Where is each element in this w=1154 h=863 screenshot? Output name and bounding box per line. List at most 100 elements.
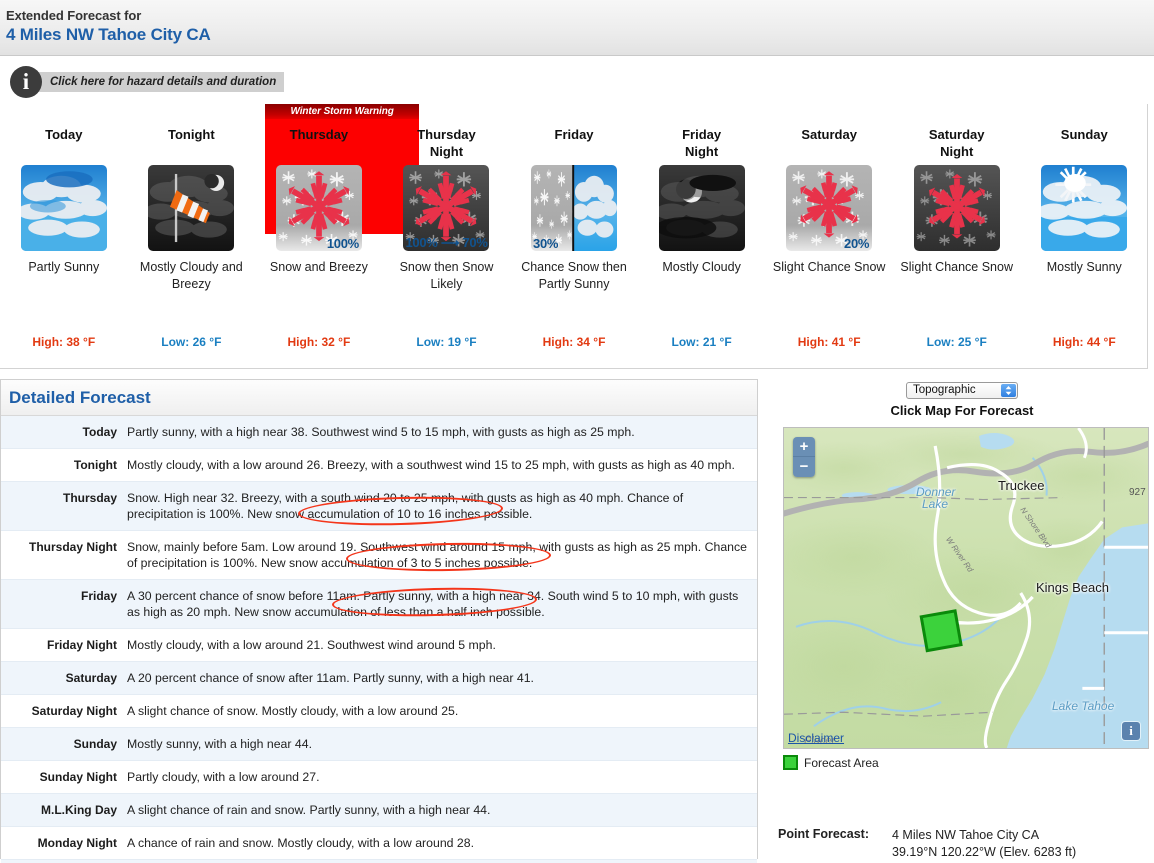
basemap-select-value: Topographic	[913, 384, 976, 396]
forecast-card-day: Thursday Night	[417, 127, 476, 159]
forecast-card-description: Snow then Snow Likely	[399, 260, 494, 291]
detailed-forecast-row: Tonight Mostly cloudy, with a low around …	[1, 448, 757, 482]
forecast-card-description: Slight Chance Snow	[772, 260, 886, 274]
detailed-forecast-text: A chance of rain and snow. Mostly cloudy…	[127, 836, 475, 850]
forecast-card-temperature: High: 34 °F	[542, 335, 606, 349]
detailed-forecast-row: Thursday Snow. High near 32. Breezy, with…	[1, 481, 757, 531]
detailed-forecast-row: Monday Night A chance of rain and snow. M…	[1, 826, 757, 860]
map-disclaimer-link[interactable]: Disclaimer	[788, 731, 844, 745]
page-header: Extended Forecast for 4 Miles NW Tahoe C…	[0, 0, 1154, 56]
precip-probability-badge: 20%	[844, 236, 870, 251]
detailed-forecast-text: Mostly cloudy, with a low around 21. Sou…	[127, 638, 496, 652]
forecast-card-description: Mostly Sunny	[1046, 260, 1122, 274]
basemap-select[interactable]: Topographic	[906, 381, 1018, 399]
forecast-card-day: Saturday	[801, 127, 857, 142]
map-label: Lake	[922, 497, 949, 511]
forecast-card[interactable]: Saturday Night Slight Chance Snow Low: 2…	[893, 104, 1021, 369]
map-info-button[interactable]: i	[1122, 722, 1140, 740]
forecast-card[interactable]: Friday 30% Chance Snow then Partly Sunny…	[510, 104, 638, 369]
forecast-card-list: Today Partly Sunny High: 38 °F Tonight M…	[0, 104, 1148, 369]
forecast-card-temperature: Low: 21 °F	[671, 335, 732, 349]
forecast-card[interactable]: Tonight Mostly Cloudy and Breezy Low: 26…	[128, 104, 256, 369]
map-label: Lake Tahoe	[1052, 699, 1115, 713]
forecast-card-day: Today	[45, 127, 83, 142]
forecast-area-swatch-icon	[783, 755, 798, 770]
snow-then-partly-sunny-icon: 30%	[531, 165, 618, 251]
detailed-forecast-period: Tonight	[73, 458, 117, 472]
forecast-card[interactable]: Friday Night Mostly Cloudy Low: 21 °F	[638, 104, 766, 369]
precip-probability-badge: 100%	[326, 236, 359, 251]
page-title: 4 Miles NW Tahoe City CA	[6, 25, 211, 44]
forecast-card[interactable]: Winter Storm Warning Thursday 100% Snow …	[255, 104, 420, 369]
point-forecast-coords: 39.19°N 120.22°W (Elev. 6283 ft)	[892, 845, 1077, 859]
detailed-forecast-period: Saturday	[65, 671, 117, 685]
forecast-card-temperature: High: 32 °F	[287, 335, 351, 349]
detailed-forecast-title: Detailed Forecast	[9, 387, 151, 407]
map-label: Truckee	[998, 478, 1045, 493]
forecast-card-temperature: High: 38 °F	[32, 335, 96, 349]
forecast-card-description: Mostly Cloudy	[662, 260, 741, 274]
page-subtitle: Extended Forecast for	[6, 8, 142, 23]
chevron-updown-icon[interactable]	[1001, 383, 1016, 397]
detailed-forecast-row: Thursday Night Snow, mainly before 5am. L…	[1, 530, 757, 580]
forecast-card-day: Friday Night	[682, 127, 722, 159]
forecast-card-day: Tonight	[168, 127, 215, 142]
stepper-arrows-icon	[1005, 385, 1012, 395]
detailed-forecast-period: Saturday Night	[31, 704, 117, 718]
detailed-forecast-row: Saturday Night A slight chance of snow. M…	[1, 694, 757, 728]
detailed-forecast-period: Friday Night	[46, 638, 117, 652]
detailed-forecast-row: Saturday A 20 percent chance of snow afte…	[1, 661, 757, 695]
detailed-forecast-row: TuesdayA chance of rain and snow. Partly…	[1, 859, 757, 863]
forecast-card-temperature: Low: 19 °F	[416, 335, 477, 349]
zoom-out-button[interactable]: −	[793, 457, 815, 477]
forecast-card-description: Slight Chance Snow	[900, 260, 1013, 274]
mostly-cloudy-night-icon	[658, 165, 745, 251]
snow-night-icon: 100% ⟶ 70%	[403, 165, 490, 251]
detailed-forecast-text: Snow. High near 32. Breezy, with a south…	[127, 491, 684, 521]
forecast-map[interactable]: Truckee Donner Lake Kings Beach Lake Tahoe N …	[783, 427, 1149, 749]
precip-probability-badge: 100% ⟶ 70%	[405, 235, 488, 250]
precip-probability-badge: 30%	[533, 236, 559, 251]
forecast-card-temperature: High: 44 °F	[1052, 335, 1116, 349]
detailed-forecast-text: A 30 percent chance of snow before 11am.…	[127, 589, 739, 619]
zoom-in-button[interactable]: +	[793, 437, 815, 457]
forecast-card[interactable]: Saturday 20% Slight Chance Snow High: 41…	[765, 104, 893, 369]
detailed-forecast-period: Thursday	[62, 491, 117, 505]
detailed-forecast-row: Friday A 30 percent chance of snow before…	[1, 579, 757, 629]
forecast-card-day: Saturday Night	[928, 127, 985, 159]
detailed-forecast-period: M.L.King Day	[40, 803, 117, 817]
hazard-details-label: Click here for hazard details and durati…	[34, 72, 285, 92]
forecast-card[interactable]: Today Partly Sunny High: 38 °F	[0, 104, 128, 369]
forecast-card-description: Mostly Cloudy and Breezy	[139, 260, 243, 291]
detailed-forecast-period: Today	[82, 425, 117, 439]
hazard-details-link[interactable]: i Click here for hazard details and dura…	[10, 66, 285, 98]
detailed-forecast-panel: Detailed Forecast Today Partly sunny, wit…	[0, 379, 758, 863]
map-column: Topographic Click Map For Forecast Truck…	[770, 379, 1154, 863]
mostly-sunny-icon	[1041, 165, 1128, 251]
forecast-card-temperature: Low: 26 °F	[161, 335, 222, 349]
forecast-card[interactable]: Sunday Mostly Sunny High: 44 °F	[1021, 104, 1149, 369]
slight-chance-snow-day-icon: 20%	[786, 165, 873, 251]
forecast-card-temperature: Low: 25 °F	[926, 335, 987, 349]
forecast-card-temperature: High: 41 °F	[797, 335, 861, 349]
point-forecast-block: Point Forecast: 4 Miles NW Tahoe City CA…	[778, 827, 1076, 861]
forecast-area-label: Forecast Area	[804, 755, 879, 770]
detailed-forecast-row: Sunday Night Partly cloudy, with a low ar…	[1, 760, 757, 794]
forecast-card-day: Friday	[554, 127, 594, 142]
extended-forecast-strip: Today Partly Sunny High: 38 °F Tonight M…	[0, 104, 1148, 369]
info-icon: i	[10, 66, 42, 98]
detailed-forecast-table: Today Partly sunny, with a high near 38. …	[1, 416, 757, 863]
map-zoom-controls[interactable]: + −	[793, 437, 815, 477]
weather-forecast-page: Extended Forecast for 4 Miles NW Tahoe C…	[0, 0, 1154, 863]
map-click-label: Click Map For Forecast	[890, 402, 1034, 418]
forecast-card-day: Sunday	[1060, 127, 1108, 142]
point-forecast-label: Point Forecast:	[778, 827, 869, 841]
detailed-forecast-period: Tuesday	[1, 860, 123, 863]
detailed-forecast-text: A slight chance of snow. Mostly cloudy, …	[127, 704, 459, 718]
partly-sunny-icon	[20, 165, 107, 251]
detailed-forecast-period: Friday	[80, 589, 117, 603]
windy-night-icon	[148, 165, 235, 251]
detailed-forecast-text: Snow, mainly before 5am. Low around 19. …	[127, 540, 747, 570]
detailed-forecast-text: Mostly sunny, with a high near 44.	[127, 737, 313, 751]
detailed-forecast-period: Monday Night	[37, 836, 117, 850]
